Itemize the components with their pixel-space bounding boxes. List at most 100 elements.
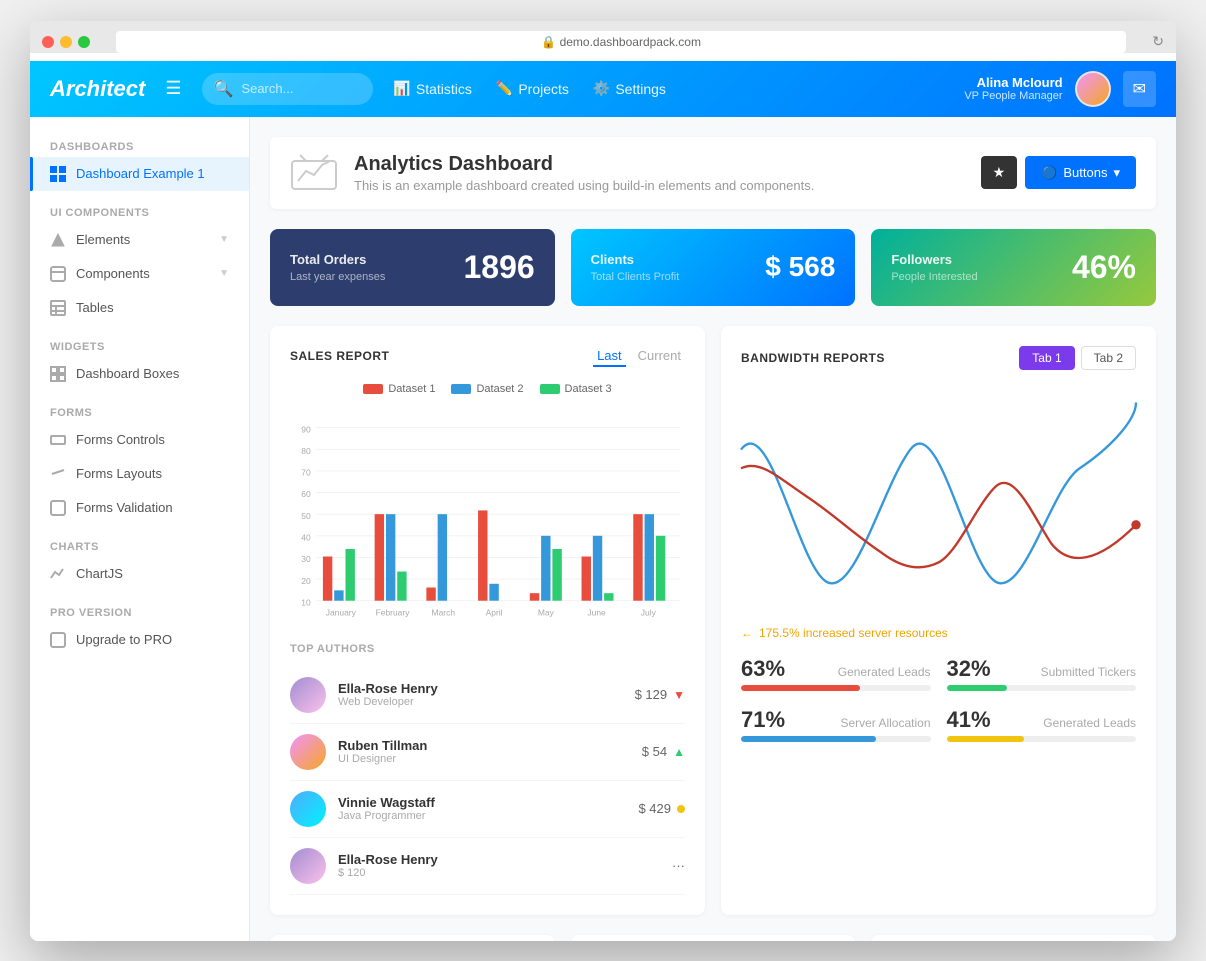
bandwidth-chart-title: BANDWIDTH REPORTS <box>741 351 885 365</box>
sidebar-section-title-pro: PRO VERSION <box>30 599 249 623</box>
svg-text:February: February <box>376 607 411 617</box>
search-box[interactable]: 🔍 <box>202 73 374 105</box>
star-button[interactable]: ★ <box>981 156 1018 189</box>
sidebar-item-forms-layouts[interactable]: Forms Layouts <box>30 457 249 491</box>
sidebar-section-ui: UI COMPONENTS Elements ▼ Components ▼ Ta… <box>30 199 249 325</box>
svg-text:50: 50 <box>301 510 311 520</box>
svg-text:March: March <box>432 607 456 617</box>
metric-label-2: Server Allocation <box>840 716 930 730</box>
sidebar-item-forms-validation[interactable]: Forms Validation <box>30 491 249 525</box>
tab-btn-1[interactable]: Tab 1 <box>1019 346 1074 370</box>
svg-text:40: 40 <box>301 532 311 542</box>
stat-labels-followers: Followers People Interested <box>891 252 977 283</box>
legend-dataset2: Dataset 2 <box>451 383 523 395</box>
sidebar-item-dashboard-boxes[interactable]: Dashboard Boxes <box>30 357 249 391</box>
metric-value-3: 41% <box>947 707 991 733</box>
main-content: Analytics Dashboard This is an example d… <box>250 117 1176 941</box>
svg-text:30: 30 <box>301 554 311 564</box>
sidebar-item-chartjs[interactable]: ChartJS <box>30 557 249 591</box>
header-actions: ★ 🔵 Buttons ▾ <box>981 156 1136 189</box>
sidebar-item-dashboard-example[interactable]: Dashboard Example 1 <box>30 157 249 191</box>
svg-text:July: July <box>641 607 657 617</box>
svg-text:June: June <box>587 607 606 617</box>
metric-label-3: Generated Leads <box>1043 716 1136 730</box>
charts-row: SALES REPORT Last Current Dataset 1 <box>270 326 1156 915</box>
mail-icon[interactable]: ✉ <box>1123 71 1156 107</box>
tab-btn-2[interactable]: Tab 2 <box>1081 346 1136 370</box>
trend-down-icon: ▼ <box>673 688 685 702</box>
stat-label-clients: Clients <box>591 252 680 267</box>
author-row-3: Vinnie Wagstaff Java Programmer $ 429 <box>290 781 685 838</box>
hamburger-icon[interactable]: ☰ <box>165 78 181 99</box>
legend-dataset3: Dataset 3 <box>540 383 612 395</box>
sidebar-item-upgrade[interactable]: Upgrade to PRO <box>30 623 249 657</box>
author-info-1: Ella-Rose Henry Web Developer <box>338 681 438 708</box>
nav-statistics[interactable]: 📊 Statistics <box>393 80 471 97</box>
page-subtitle: This is an example dashboard created usi… <box>354 178 814 193</box>
sidebar-section-title-forms: FORMS <box>30 399 249 423</box>
sidebar-item-forms-controls[interactable]: Forms Controls <box>30 423 249 457</box>
browser-chrome: 🔒 demo.dashboardpack.com ↻ <box>30 21 1176 53</box>
elements-arrow: ▼ <box>219 234 229 245</box>
author-amount-2: $ 54 ▲ <box>642 744 685 759</box>
sidebar-section-charts: CHARTS ChartJS <box>30 533 249 591</box>
svg-text:10: 10 <box>301 597 311 607</box>
author-info-3: Vinnie Wagstaff Java Programmer <box>338 795 435 822</box>
arrow-left-icon: ← <box>741 626 753 640</box>
line-chart-container <box>741 386 1136 626</box>
author-avatar-1 <box>290 677 326 713</box>
buttons-dropdown[interactable]: 🔵 Buttons ▾ <box>1025 156 1136 189</box>
chart-legend: Dataset 1 Dataset 2 Dataset 3 <box>290 383 685 395</box>
author-info-4: Ella-Rose Henry $ 120 <box>338 852 438 879</box>
bandwidth-report-card: BANDWIDTH REPORTS Tab 1 Tab 2 <box>721 326 1156 915</box>
legend-dot-2 <box>451 384 471 394</box>
svg-text:90: 90 <box>301 424 311 434</box>
stat-card-followers: Followers People Interested 46% <box>871 229 1156 306</box>
app-logo[interactable]: Architect <box>50 76 145 102</box>
author-amount-4: ··· <box>672 858 685 873</box>
sales-chart-header: SALES REPORT Last Current <box>290 346 685 367</box>
bottom-stats-row: Total Orders Last year expenses 1896 Pro… <box>270 935 1156 941</box>
sidebar-item-elements[interactable]: Elements ▼ <box>30 223 249 257</box>
stat-card-total-orders: Total Orders Last year expenses 1896 <box>270 229 555 306</box>
tab-last[interactable]: Last <box>593 346 626 367</box>
reload-icon[interactable]: ↻ <box>1152 33 1164 50</box>
metric-value-1: 32% <box>947 656 991 682</box>
nav-projects[interactable]: ✏️ Projects <box>496 80 569 97</box>
bar-chart-container: 90 80 70 60 50 40 30 20 10 <box>290 407 685 627</box>
sidebar-section-title-ui: UI COMPONENTS <box>30 199 249 223</box>
tab-current[interactable]: Current <box>634 346 685 367</box>
author-row-2: Ruben Tillman UI Designer $ 54 ▲ <box>290 724 685 781</box>
sidebar-section-dashboards: DASHBOARDS Dashboard Example 1 <box>30 133 249 191</box>
stat-label-orders: Total Orders <box>290 252 385 267</box>
progress-bg-3 <box>947 736 1137 742</box>
sidebar-section-widgets: WIDGETS Dashboard Boxes <box>30 333 249 391</box>
address-bar: 🔒 demo.dashboardpack.com <box>116 31 1126 53</box>
legend-dot-3 <box>540 384 560 394</box>
search-input[interactable] <box>241 81 361 96</box>
nav-settings[interactable]: ⚙️ Settings <box>593 80 666 97</box>
page-icon <box>290 153 338 193</box>
legend-dot-1 <box>363 384 383 394</box>
author-row-1: Ella-Rose Henry Web Developer $ 129 ▼ <box>290 667 685 724</box>
browser-controls: 🔒 demo.dashboardpack.com ↻ <box>42 31 1164 53</box>
top-nav: Architect ☰ 🔍 📊 Statistics ✏️ Projects ⚙… <box>30 61 1176 117</box>
sidebar-section-title-widgets: WIDGETS <box>30 333 249 357</box>
sidebar-item-tables[interactable]: Tables <box>30 291 249 325</box>
maximize-dot[interactable] <box>78 36 90 48</box>
progress-fill-0 <box>741 685 860 691</box>
minimize-dot[interactable] <box>60 36 72 48</box>
sidebar: DASHBOARDS Dashboard Example 1 UI COMPON… <box>30 117 250 941</box>
metric-item-3: 41% Generated Leads <box>947 707 1137 742</box>
svg-text:60: 60 <box>301 489 311 499</box>
page-title-area: Analytics Dashboard This is an example d… <box>354 153 814 193</box>
sidebar-item-components[interactable]: Components ▼ <box>30 257 249 291</box>
close-dot[interactable] <box>42 36 54 48</box>
user-info: Alina McIourd VP People Manager <box>964 75 1062 102</box>
bar-chart-svg: 90 80 70 60 50 40 30 20 10 <box>290 407 685 627</box>
bandwidth-note: ← 175.5% increased server resources <box>741 626 1136 640</box>
author-amount-1: $ 129 ▼ <box>635 687 685 702</box>
stat-sublabel-clients: Total Clients Profit <box>591 271 680 283</box>
user-role: VP People Manager <box>964 90 1062 102</box>
bandwidth-chart-header: BANDWIDTH REPORTS Tab 1 Tab 2 <box>741 346 1136 370</box>
